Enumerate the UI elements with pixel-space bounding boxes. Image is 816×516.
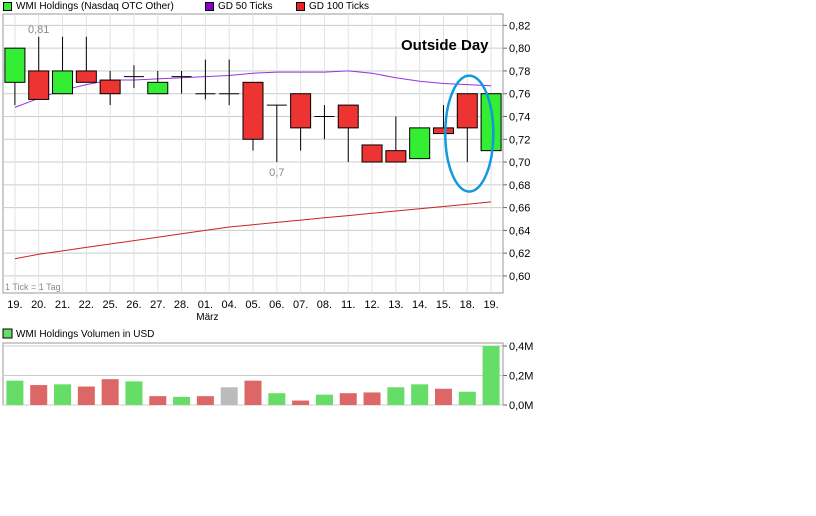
volume-bar: [363, 392, 381, 405]
volume-bar: [268, 393, 286, 405]
volume-title: WMI Holdings Volumen in USD: [16, 329, 154, 340]
price-panel: 0,82 0,80 0,78 0,76 0,74 0,72 0,70 0,68 0,66 0,64…: [2, 13, 530, 323]
volume-legend-swatch: [2, 328, 13, 339]
candle-body: [52, 70, 74, 95]
candle-body: [409, 127, 431, 160]
volume-bar: [244, 380, 262, 405]
high-annotation: 0,81: [28, 24, 49, 36]
price-xtick-label: 04.: [222, 299, 237, 311]
price-xtick-label: 18.: [460, 299, 475, 311]
volume-bar: [339, 393, 357, 405]
volume-panel: WMI Holdings Volumen in USD 0,4M 0,2M 0,0M: [2, 328, 533, 412]
price-ytick-label: 0,72: [509, 134, 530, 146]
volume-ytick-label: 0,0M: [509, 400, 533, 412]
candle-body: [290, 93, 312, 129]
price-xtick-label: 21.: [55, 299, 70, 311]
price-ytick-label: 0,62: [509, 248, 530, 260]
price-ytick-label: 0,78: [509, 66, 530, 78]
price-ytick-label: 0,74: [509, 111, 530, 123]
candle-body: [361, 144, 383, 163]
candle-body: [242, 81, 264, 140]
volume-bar: [220, 387, 238, 405]
price-xtick-label: 13.: [388, 299, 403, 311]
tick-note: 1 Tick = 1 Tag: [5, 282, 61, 292]
price-xtick-label: 11.: [341, 299, 355, 311]
price-xtick-label: 26.: [126, 299, 141, 311]
volume-bar: [196, 396, 214, 405]
price-xtick-label: 19.: [483, 299, 498, 311]
candle-body: [4, 47, 26, 83]
price-ytick-label: 0,80: [509, 43, 530, 55]
price-ytick-label: 0,70: [509, 157, 530, 169]
candle-body: [456, 93, 478, 129]
candle-body: [99, 79, 121, 95]
outside-day-label: Outside Day: [401, 37, 489, 54]
candle-body: [337, 104, 359, 129]
candle-body: [480, 93, 502, 152]
price-xtick-label: 28.: [174, 299, 189, 311]
candle-body: [28, 70, 50, 100]
price-ytick-label: 0,76: [509, 89, 530, 101]
price-xtick-label: 06.: [269, 299, 284, 311]
price-ytick-label: 0,64: [509, 225, 530, 237]
volume-bar: [434, 388, 452, 405]
price-ytick-label: 0,66: [509, 203, 530, 215]
candle-body: [432, 127, 454, 135]
volume-bar: [458, 391, 476, 405]
price-xtick-label: 22.: [79, 299, 94, 311]
price-xtick-label: 20.: [31, 299, 46, 311]
volume-bar: [6, 380, 24, 405]
price-xtick-label: 15.: [436, 299, 451, 311]
price-xtick-label: 08.: [317, 299, 332, 311]
price-xtick-label: 01.: [198, 299, 213, 311]
price-ytick-label: 0,60: [509, 271, 530, 283]
volume-bar: [173, 396, 191, 405]
volume-bar: [315, 394, 333, 405]
volume-bar: [411, 384, 429, 405]
volume-bar: [125, 381, 143, 405]
month-label: März: [196, 312, 218, 323]
volume-bar: [101, 379, 119, 405]
price-xtick-label: 27.: [150, 299, 165, 311]
candle-body: [147, 81, 169, 95]
candle-body: [75, 70, 97, 83]
volume-bar: [54, 384, 72, 405]
candle-body: [385, 150, 407, 163]
volume-ytick-label: 0,2M: [509, 370, 533, 382]
price-xtick-label: 19.: [7, 299, 22, 311]
volume-bar: [482, 345, 500, 405]
low-annotation: 0,7: [269, 167, 284, 179]
volume-ytick-label: 0,4M: [509, 341, 533, 353]
volume-bar: [292, 400, 310, 405]
price-ytick-label: 0,68: [509, 180, 530, 192]
price-xtick-label: 14.: [412, 299, 427, 311]
volume-bar: [387, 387, 405, 405]
volume-bar: [77, 386, 95, 405]
price-ytick-label: 0,82: [509, 20, 530, 32]
volume-bar: [149, 396, 167, 405]
price-xtick-label: 25.: [102, 299, 117, 311]
volume-bar: [30, 385, 48, 405]
price-xtick-label: 12.: [364, 299, 379, 311]
price-xtick-label: 05.: [245, 299, 260, 311]
chart-canvas: 0,82 0,80 0,78 0,76 0,74 0,72 0,70 0,68 0,66 0,64…: [2, 13, 533, 412]
price-xtick-label: 07.: [293, 299, 308, 311]
